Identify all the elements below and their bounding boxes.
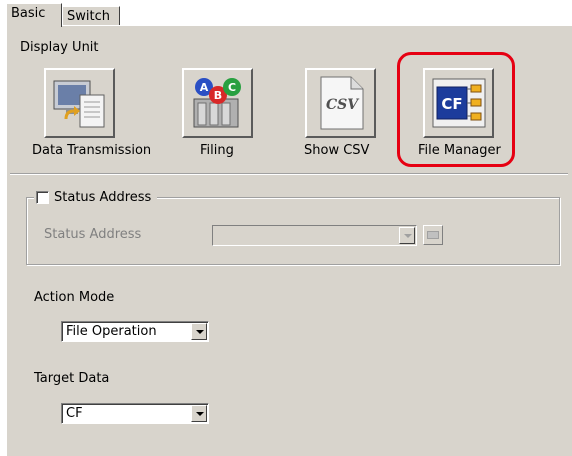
tab-basic[interactable]: Basic: [6, 3, 62, 27]
display-unit-label: Display Unit: [20, 40, 99, 55]
svg-text:A: A: [200, 81, 209, 94]
status-address-combo[interactable]: [212, 225, 417, 246]
csv-icon: CSV: [320, 76, 364, 130]
chevron-down-icon[interactable]: [399, 227, 415, 244]
target-data-value: CF: [66, 406, 83, 421]
status-address-checkbox[interactable]: [36, 190, 49, 204]
filing-button[interactable]: A B C: [182, 68, 253, 138]
target-data-select[interactable]: CF: [61, 403, 209, 424]
status-address-field-label: Status Address: [44, 227, 142, 242]
data-transmission-icon: [53, 80, 105, 128]
csv-icon-text: CSV: [326, 97, 360, 113]
target-data-label: Target Data: [34, 371, 110, 386]
show-csv-label: Show CSV: [304, 143, 370, 158]
action-mode-label: Action Mode: [34, 290, 115, 305]
separator: [10, 173, 568, 175]
svg-text:B: B: [214, 89, 222, 102]
chevron-down-icon[interactable]: [191, 405, 207, 422]
status-address-legend: Status Address: [34, 188, 158, 206]
tab-switch[interactable]: Switch: [62, 6, 120, 26]
data-transmission-button[interactable]: [44, 68, 115, 138]
show-csv-button[interactable]: CSV: [305, 68, 376, 138]
status-address-checkbox-label: Status Address: [54, 189, 152, 205]
selection-highlight: [397, 52, 515, 167]
tab-switch-label: Switch: [67, 9, 110, 24]
filing-icon: A B C: [193, 78, 241, 128]
data-transmission-label: Data Transmission: [32, 143, 152, 158]
action-mode-select[interactable]: File Operation: [61, 321, 209, 342]
action-mode-value: File Operation: [66, 324, 157, 339]
filing-label: Filing: [200, 143, 234, 158]
tab-basic-label: Basic: [11, 6, 46, 21]
chevron-down-icon[interactable]: [191, 323, 207, 340]
address-input-button[interactable]: [423, 225, 443, 245]
svg-text:C: C: [228, 81, 236, 94]
